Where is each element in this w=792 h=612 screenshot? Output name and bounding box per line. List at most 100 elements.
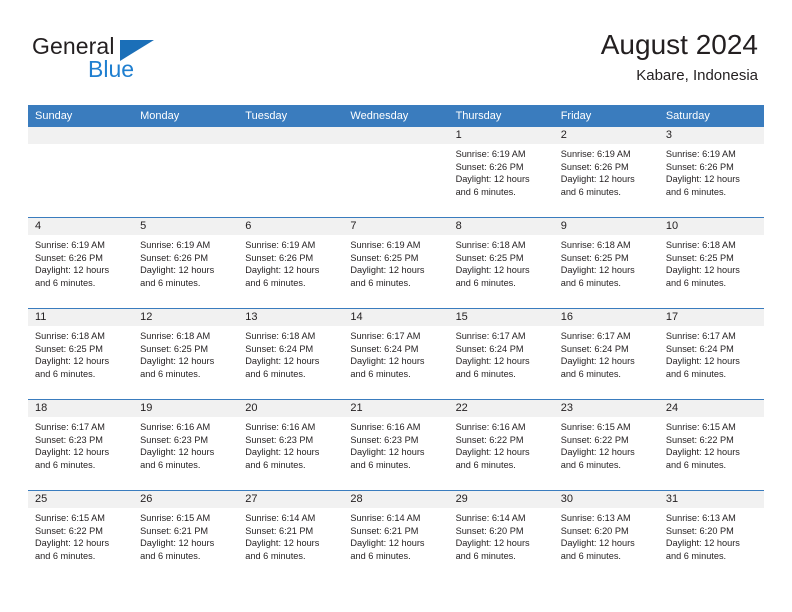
calendar-day-cell[interactable]: 12 Sunrise: 6:18 AM Sunset: 6:25 PM Dayligh… <box>133 308 239 400</box>
calendar-day-cell[interactable]: 16 Sunrise: 6:17 AM Sunset: 6:24 PM Dayligh… <box>553 308 659 400</box>
calendar-day-cell[interactable]: 27 Sunrise: 6:14 AM Sunset: 6:21 PM Dayligh… <box>238 490 344 581</box>
sunrise-time: Sunrise: 6:17 AM <box>350 331 421 341</box>
day-number: 6 <box>238 218 344 235</box>
sunset-time: Sunset: 6:26 PM <box>245 252 314 263</box>
generalblue-logo[interactable]: General Blue <box>32 33 232 85</box>
calendar-week-row: 4 Sunrise: 6:19 AM Sunset: 6:26 PM Daylight… <box>28 217 764 309</box>
sunset-time: Sunset: 6:25 PM <box>35 343 103 354</box>
day-number: 18 <box>28 400 134 417</box>
logo-text-blue: Blue <box>88 56 135 82</box>
sunrise-time: Sunrise: 6:13 AM <box>560 513 631 523</box>
daylight-duration-line2: and 6 minutes. <box>35 277 96 288</box>
page-title: August 2024 <box>600 29 758 60</box>
calendar-day-cell[interactable]: 7 Sunrise: 6:19 AM Sunset: 6:25 PM Daylight… <box>343 217 449 309</box>
calendar-day-cell[interactable]: 22 Sunrise: 6:16 AM Sunset: 6:22 PM Dayligh… <box>448 399 554 491</box>
day-details: Sunrise: 6:18 AM Sunset: 6:25 PM Daylight:… <box>133 326 238 380</box>
calendar-day-cell[interactable]: 9 Sunrise: 6:18 AM Sunset: 6:25 PM Daylight… <box>553 217 659 309</box>
calendar-body: 1 Sunrise: 6:19 AM Sunset: 6:26 PM Daylight… <box>28 127 764 581</box>
calendar-day-cell-empty <box>133 127 239 218</box>
sunset-time: Sunset: 6:24 PM <box>455 343 524 354</box>
calendar-day-cell[interactable]: 31 Sunrise: 6:13 AM Sunset: 6:20 PM Dayligh… <box>658 490 764 581</box>
daylight-duration-line1: Daylight: 12 hours <box>35 538 110 549</box>
sunset-time: Sunset: 6:22 PM <box>665 434 734 445</box>
calendar-day-cell[interactable]: 28 Sunrise: 6:14 AM Sunset: 6:21 PM Dayligh… <box>343 490 449 581</box>
calendar-week-row: 11 Sunrise: 6:18 AM Sunset: 6:25 PM Dayligh… <box>28 308 764 400</box>
day-number: 29 <box>448 491 554 508</box>
day-details: Sunrise: 6:18 AM Sunset: 6:25 PM Daylight:… <box>659 235 764 289</box>
calendar-day-cell[interactable]: 2 Sunrise: 6:19 AM Sunset: 6:26 PM Daylight… <box>553 127 659 218</box>
sunset-time: Sunset: 6:26 PM <box>35 252 103 263</box>
sunset-time: Sunset: 6:26 PM <box>140 252 209 263</box>
calendar-day-cell[interactable]: 18 Sunrise: 6:17 AM Sunset: 6:23 PM Dayligh… <box>28 399 134 491</box>
calendar-day-cell[interactable]: 29 Sunrise: 6:14 AM Sunset: 6:20 PM Dayligh… <box>448 490 554 581</box>
sunrise-time: Sunrise: 6:16 AM <box>455 422 526 432</box>
sunset-time: Sunset: 6:26 PM <box>455 161 524 172</box>
day-number: 17 <box>658 309 764 326</box>
daylight-duration-line2: and 6 minutes. <box>140 550 201 561</box>
sunset-time: Sunset: 6:26 PM <box>560 161 629 172</box>
calendar-day-cell[interactable]: 4 Sunrise: 6:19 AM Sunset: 6:26 PM Daylight… <box>28 217 134 309</box>
calendar-day-cell[interactable]: 23 Sunrise: 6:15 AM Sunset: 6:22 PM Dayligh… <box>553 399 659 491</box>
daylight-duration-line1: Daylight: 12 hours <box>665 538 740 549</box>
sunrise-time: Sunrise: 6:19 AM <box>350 240 421 250</box>
day-details: Sunrise: 6:17 AM Sunset: 6:24 PM Daylight:… <box>343 326 448 380</box>
daylight-duration-line1: Daylight: 12 hours <box>245 447 320 458</box>
daylight-duration-line1: Daylight: 12 hours <box>245 356 320 367</box>
sunset-time: Sunset: 6:21 PM <box>245 525 314 536</box>
calendar-day-cell[interactable]: 17 Sunrise: 6:17 AM Sunset: 6:24 PM Dayligh… <box>658 308 764 400</box>
day-number: 24 <box>658 400 764 417</box>
daylight-duration-line2: and 6 minutes. <box>455 550 516 561</box>
calendar-day-cell[interactable]: 10 Sunrise: 6:18 AM Sunset: 6:25 PM Dayligh… <box>658 217 764 309</box>
sunrise-time: Sunrise: 6:17 AM <box>35 422 105 432</box>
calendar-day-cell[interactable]: 1 Sunrise: 6:19 AM Sunset: 6:26 PM Daylight… <box>448 127 554 218</box>
calendar-day-cell[interactable]: 8 Sunrise: 6:18 AM Sunset: 6:25 PM Daylight… <box>448 217 554 309</box>
calendar-day-cell[interactable]: 6 Sunrise: 6:19 AM Sunset: 6:26 PM Daylight… <box>238 217 344 309</box>
day-number: 15 <box>448 309 554 326</box>
day-number: 20 <box>238 400 344 417</box>
calendar-day-cell[interactable]: 20 Sunrise: 6:16 AM Sunset: 6:23 PM Dayligh… <box>238 399 344 491</box>
daylight-duration-line2: and 6 minutes. <box>455 459 516 470</box>
day-number: 1 <box>448 127 554 144</box>
daylight-duration-line2: and 6 minutes. <box>455 186 516 197</box>
daylight-duration-line2: and 6 minutes. <box>140 459 201 470</box>
day-number: 10 <box>658 218 764 235</box>
day-number <box>28 127 134 144</box>
daylight-duration-line2: and 6 minutes. <box>350 277 411 288</box>
sunset-time: Sunset: 6:23 PM <box>35 434 103 445</box>
calendar-day-cell[interactable]: 24 Sunrise: 6:15 AM Sunset: 6:22 PM Dayligh… <box>658 399 764 491</box>
calendar-day-cell[interactable]: 13 Sunrise: 6:18 AM Sunset: 6:24 PM Dayligh… <box>238 308 344 400</box>
weekday-header-tuesday: Tuesday <box>238 105 344 127</box>
day-number: 25 <box>28 491 134 508</box>
daylight-duration-line2: and 6 minutes. <box>665 277 727 288</box>
weekday-header-row: Sunday Monday Tuesday Wednesday Thursday… <box>28 105 764 127</box>
daylight-duration-line2: and 6 minutes. <box>245 459 306 470</box>
sunrise-time: Sunrise: 6:19 AM <box>35 240 105 250</box>
weekday-header-saturday: Saturday <box>658 105 764 127</box>
calendar-day-cell[interactable]: 26 Sunrise: 6:15 AM Sunset: 6:21 PM Dayligh… <box>133 490 239 581</box>
sunrise-time: Sunrise: 6:18 AM <box>665 240 736 250</box>
calendar-day-cell[interactable]: 19 Sunrise: 6:16 AM Sunset: 6:23 PM Dayligh… <box>133 399 239 491</box>
sunrise-time: Sunrise: 6:18 AM <box>560 240 631 250</box>
daylight-duration-line1: Daylight: 12 hours <box>140 447 215 458</box>
day-details: Sunrise: 6:17 AM Sunset: 6:24 PM Daylight:… <box>554 326 659 380</box>
day-number <box>343 127 449 144</box>
calendar-day-cell-empty <box>28 127 134 218</box>
calendar-day-cell[interactable]: 3 Sunrise: 6:19 AM Sunset: 6:26 PM Daylight… <box>658 127 764 218</box>
daylight-duration-line2: and 6 minutes. <box>245 277 306 288</box>
daylight-duration-line2: and 6 minutes. <box>455 368 516 379</box>
daylight-duration-line1: Daylight: 12 hours <box>35 356 110 367</box>
daylight-duration-line1: Daylight: 12 hours <box>665 356 740 367</box>
sunrise-time: Sunrise: 6:19 AM <box>665 149 736 159</box>
daylight-duration-line1: Daylight: 12 hours <box>35 447 110 458</box>
sunset-time: Sunset: 6:21 PM <box>350 525 419 536</box>
daylight-duration-line2: and 6 minutes. <box>350 550 411 561</box>
calendar-day-cell[interactable]: 14 Sunrise: 6:17 AM Sunset: 6:24 PM Dayligh… <box>343 308 449 400</box>
calendar-day-cell[interactable]: 15 Sunrise: 6:17 AM Sunset: 6:24 PM Dayligh… <box>448 308 554 400</box>
calendar-day-cell[interactable]: 21 Sunrise: 6:16 AM Sunset: 6:23 PM Dayligh… <box>343 399 449 491</box>
day-details: Sunrise: 6:17 AM Sunset: 6:23 PM Daylight:… <box>28 417 133 471</box>
calendar-day-cell[interactable]: 11 Sunrise: 6:18 AM Sunset: 6:25 PM Dayligh… <box>28 308 134 400</box>
calendar-day-cell[interactable]: 30 Sunrise: 6:13 AM Sunset: 6:20 PM Dayligh… <box>553 490 659 581</box>
daylight-duration-line2: and 6 minutes. <box>455 277 516 288</box>
calendar-day-cell[interactable]: 5 Sunrise: 6:19 AM Sunset: 6:26 PM Daylight… <box>133 217 239 309</box>
calendar-day-cell[interactable]: 25 Sunrise: 6:15 AM Sunset: 6:22 PM Dayligh… <box>28 490 134 581</box>
